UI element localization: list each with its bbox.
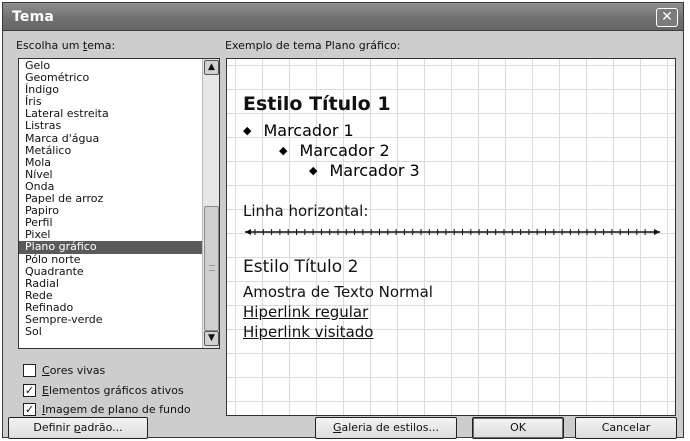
set-default-accel: p bbox=[73, 421, 81, 434]
vivid-colors-accel: C bbox=[42, 364, 50, 377]
preview-bullet-3-text: Marcador 3 bbox=[329, 161, 420, 180]
theme-dialog: Tema ✕ Escolha um tema: Exemplo de tema … bbox=[2, 2, 684, 439]
set-default-prefix: Definir bbox=[33, 421, 74, 434]
theme-list-label-suffix: ema: bbox=[87, 39, 116, 52]
preview-bullet-1-text: Marcador 1 bbox=[263, 121, 354, 140]
style-gallery-button[interactable]: Galeria de estilos... bbox=[315, 417, 457, 439]
list-item[interactable]: Pólo norte bbox=[19, 253, 203, 266]
list-item[interactable]: Índigo bbox=[19, 84, 203, 96]
active-graphics-checkbox[interactable]: ✓ bbox=[23, 384, 36, 397]
grip-icon bbox=[209, 265, 215, 271]
dialog-title: Tema bbox=[12, 9, 55, 25]
theme-list-label-prefix: Escolha um bbox=[16, 39, 83, 52]
background-image-text: magem de plano de fundo bbox=[45, 403, 191, 416]
background-image-checkbox[interactable]: ✓ bbox=[23, 403, 36, 416]
list-item[interactable]: Marca d'água bbox=[19, 132, 203, 145]
list-item[interactable]: Listras bbox=[19, 120, 203, 132]
preview-bullet-1: ◆ Marcador 1 bbox=[243, 121, 354, 140]
close-icon: ✕ bbox=[661, 9, 673, 25]
title-bar[interactable]: Tema ✕ bbox=[3, 3, 683, 31]
style-gallery-text: aleria de estilos... bbox=[341, 421, 440, 434]
scroll-down-button[interactable]: ▼ bbox=[204, 331, 219, 346]
diamond-bullet-icon: ◆ bbox=[243, 124, 252, 137]
active-graphics-label: Elementos gráficos ativos bbox=[42, 384, 184, 397]
vivid-colors-checkbox[interactable] bbox=[23, 364, 36, 377]
close-button[interactable]: ✕ bbox=[656, 8, 678, 27]
chevron-down-icon: ▼ bbox=[208, 333, 215, 343]
list-item[interactable]: Sempre-verde bbox=[19, 313, 203, 326]
theme-list-label: Escolha um tema: bbox=[16, 39, 115, 52]
scroll-thumb[interactable] bbox=[204, 206, 219, 331]
list-item[interactable]: Metálico bbox=[19, 144, 203, 157]
horizontal-rule-graphic bbox=[245, 229, 660, 235]
list-item[interactable]: Radial bbox=[19, 277, 203, 290]
preview-bullet-3: ◆ Marcador 3 bbox=[309, 161, 420, 180]
diamond-bullet-icon: ◆ bbox=[279, 144, 288, 157]
ok-button[interactable]: OK bbox=[472, 417, 564, 439]
background-image-label: Imagem de plano de fundo bbox=[42, 403, 191, 416]
preview-heading-2: Estilo Título 2 bbox=[243, 257, 359, 277]
list-item[interactable]: Sol bbox=[19, 326, 203, 338]
preview-bullet-2-text: Marcador 2 bbox=[299, 141, 390, 160]
active-graphics-accel: E bbox=[42, 384, 49, 397]
preview-hr-label: Linha horizontal: bbox=[243, 202, 369, 220]
chevron-up-icon: ▲ bbox=[208, 62, 215, 72]
set-default-text: adrão... bbox=[80, 421, 123, 434]
set-default-button[interactable]: Definir padrão... bbox=[8, 417, 148, 439]
preview-normal-text: Amostra de Texto Normal bbox=[243, 283, 433, 301]
diamond-bullet-icon: ◆ bbox=[309, 164, 318, 177]
theme-list-scrollbar[interactable]: ▲ ▼ bbox=[202, 59, 219, 348]
style-gallery-accel: G bbox=[332, 421, 342, 434]
preview-bullet-2: ◆ Marcador 2 bbox=[279, 141, 390, 160]
theme-list-items: Gelo Geométrico Índigo Íris Lateral estreita… bbox=[19, 59, 203, 338]
theme-listbox[interactable]: Gelo Geométrico Índigo Íris Lateral estreita… bbox=[18, 58, 220, 349]
preview-link-regular[interactable]: Hiperlink regular bbox=[243, 303, 368, 321]
vivid-colors-label: Cores vivas bbox=[42, 364, 105, 377]
list-item[interactable]: Plano gráfico bbox=[19, 241, 203, 254]
preview-link-visited[interactable]: Hiperlink visitado bbox=[243, 323, 373, 341]
vivid-colors-text: ores vivas bbox=[49, 364, 106, 377]
scroll-up-button[interactable]: ▲ bbox=[204, 60, 219, 75]
theme-preview: Estilo Título 1 ◆ Marcador 1 ◆ Marcador 2 … bbox=[226, 58, 676, 416]
list-item[interactable]: Quadrante bbox=[19, 265, 203, 278]
active-graphics-text: lementos gráficos ativos bbox=[48, 384, 184, 397]
preview-label: Exemplo de tema Plano gráfico: bbox=[225, 39, 401, 52]
preview-heading-1: Estilo Título 1 bbox=[243, 93, 391, 115]
cancel-button[interactable]: Cancelar bbox=[575, 417, 677, 439]
